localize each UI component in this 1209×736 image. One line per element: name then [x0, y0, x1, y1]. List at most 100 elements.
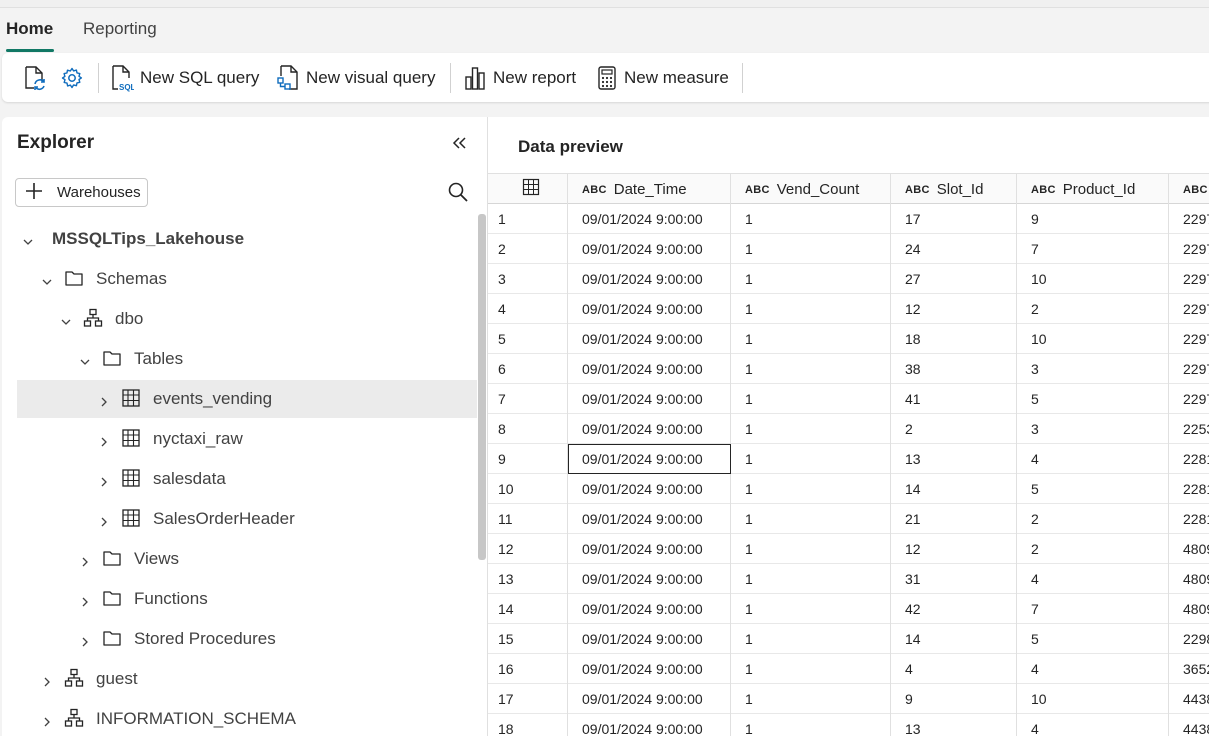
column-header[interactable]: ABC Date_Time — [568, 174, 731, 204]
table-cell[interactable]: 1 — [731, 264, 891, 294]
table-cell[interactable]: 1 — [731, 594, 891, 624]
tree-item[interactable]: Stored Procedures — [17, 620, 477, 658]
table-cell[interactable]: 1 — [731, 504, 891, 534]
table-cell[interactable]: 5 — [1017, 384, 1169, 414]
chevron-down-icon[interactable] — [22, 233, 34, 245]
table-row[interactable]: 1609/01/2024 9:00:001443652 — [488, 654, 1209, 684]
tree-item[interactable]: Tables — [17, 340, 477, 378]
table-cell[interactable]: 7 — [1017, 234, 1169, 264]
table-cell[interactable]: 2 — [1017, 504, 1169, 534]
new-measure-button[interactable]: New measure — [596, 63, 729, 93]
table-row[interactable]: 509/01/2024 9:00:00118102297 — [488, 324, 1209, 354]
tab-home[interactable]: Home — [6, 19, 53, 39]
search-button[interactable] — [447, 181, 469, 203]
tree-item[interactable]: SalesOrderHeader — [17, 500, 477, 538]
table-cell[interactable]: 4 — [1017, 714, 1169, 736]
new-report-button[interactable]: New report — [463, 63, 576, 93]
tree-item[interactable]: salesdata — [17, 460, 477, 498]
table-cell[interactable]: 2253 — [1169, 414, 1209, 444]
table-cell[interactable]: 2281 — [1169, 444, 1209, 474]
table-cell[interactable]: 10 — [1017, 684, 1169, 714]
table-cell[interactable]: 42 — [891, 594, 1017, 624]
table-cell[interactable]: 3 — [1017, 354, 1169, 384]
add-warehouses-button[interactable]: Warehouses — [15, 178, 148, 207]
chevron-right-icon[interactable] — [41, 713, 53, 727]
table-cell[interactable]: 4438 — [1169, 714, 1209, 736]
table-cell[interactable]: 1 — [731, 414, 891, 444]
table-cell[interactable]: 09/01/2024 9:00:00 — [568, 204, 731, 234]
table-cell[interactable]: 09/01/2024 9:00:00 — [568, 234, 731, 264]
table-cell[interactable]: 1 — [731, 474, 891, 504]
collapse-pane-button[interactable] — [450, 133, 470, 153]
table-cell[interactable]: 1 — [731, 324, 891, 354]
table-cell[interactable]: 1 — [731, 294, 891, 324]
table-cell[interactable]: 12 — [891, 534, 1017, 564]
table-row[interactable]: 309/01/2024 9:00:00127102297 — [488, 264, 1209, 294]
table-cell[interactable]: 4 — [1017, 444, 1169, 474]
table-cell[interactable]: 27 — [891, 264, 1017, 294]
table-cell[interactable]: 9 — [1017, 204, 1169, 234]
table-cell[interactable]: 12 — [891, 294, 1017, 324]
table-cell[interactable]: 24 — [891, 234, 1017, 264]
table-cell[interactable]: 1 — [731, 204, 891, 234]
chevron-right-icon[interactable] — [41, 673, 53, 687]
tree-item[interactable]: Functions — [17, 580, 477, 618]
table-cell[interactable]: 2297 — [1169, 204, 1209, 234]
table-cell[interactable]: 09/01/2024 9:00:00 — [568, 684, 731, 714]
table-cell[interactable]: 09/01/2024 9:00:00 — [568, 264, 731, 294]
tree-scrollbar[interactable] — [478, 214, 486, 560]
table-cell[interactable]: 1 — [731, 564, 891, 594]
table-cell[interactable]: 18 — [891, 324, 1017, 354]
table-row[interactable]: 209/01/2024 9:00:0012472297 — [488, 234, 1209, 264]
table-cell[interactable]: 4438 — [1169, 684, 1209, 714]
table-cell[interactable]: 14 — [891, 474, 1017, 504]
table-cell[interactable]: 2297 — [1169, 294, 1209, 324]
table-row[interactable]: 809/01/2024 9:00:001232253 — [488, 414, 1209, 444]
table-cell[interactable]: 21 — [891, 504, 1017, 534]
table-row[interactable]: 1709/01/2024 9:00:0019104438 — [488, 684, 1209, 714]
new-sql-query-button[interactable]: SQL New SQL query — [110, 63, 259, 93]
table-cell[interactable]: 4809 — [1169, 534, 1209, 564]
table-cell[interactable]: 5 — [1017, 474, 1169, 504]
table-row[interactable]: 1209/01/2024 9:00:0011224809 — [488, 534, 1209, 564]
tree-item[interactable]: dbo — [17, 300, 477, 338]
table-cell[interactable]: 09/01/2024 9:00:00 — [568, 504, 731, 534]
table-cell[interactable]: 17 — [891, 204, 1017, 234]
table-row[interactable]: 1309/01/2024 9:00:0013144809 — [488, 564, 1209, 594]
table-cell[interactable]: 10 — [1017, 264, 1169, 294]
chevron-right-icon[interactable] — [98, 513, 110, 527]
table-cell[interactable]: 1 — [731, 534, 891, 564]
table-row[interactable]: 909/01/2024 9:00:0011342281 — [488, 444, 1209, 474]
table-cell[interactable]: 09/01/2024 9:00:00 — [568, 354, 731, 384]
refresh-button[interactable] — [22, 63, 46, 93]
table-cell[interactable]: 4 — [1017, 654, 1169, 684]
chevron-right-icon[interactable] — [79, 633, 91, 647]
table-cell[interactable]: 2 — [1017, 534, 1169, 564]
chevron-right-icon[interactable] — [98, 473, 110, 487]
table-cell[interactable]: 1 — [731, 714, 891, 736]
table-cell[interactable]: 09/01/2024 9:00:00 — [568, 714, 731, 736]
table-cell[interactable]: 4 — [1017, 564, 1169, 594]
chevron-right-icon[interactable] — [98, 393, 110, 407]
table-cell[interactable]: 1 — [731, 384, 891, 414]
table-cell[interactable]: 09/01/2024 9:00:00 — [568, 384, 731, 414]
table-row[interactable]: 1509/01/2024 9:00:0011452298 — [488, 624, 1209, 654]
column-header[interactable]: ABC Slot_Id — [891, 174, 1017, 204]
table-cell[interactable]: 4 — [891, 654, 1017, 684]
table-row[interactable]: 609/01/2024 9:00:0013832297 — [488, 354, 1209, 384]
tab-reporting[interactable]: Reporting — [83, 19, 157, 39]
tree-item[interactable]: INFORMATION_SCHEMA — [17, 700, 477, 736]
settings-button[interactable] — [60, 63, 84, 93]
column-header[interactable]: ABC Vend_Count — [731, 174, 891, 204]
table-row[interactable]: 1409/01/2024 9:00:0014274809 — [488, 594, 1209, 624]
table-cell[interactable]: 13 — [891, 714, 1017, 736]
table-cell[interactable]: 2 — [891, 414, 1017, 444]
chevron-down-icon[interactable] — [60, 313, 72, 325]
table-cell[interactable]: 7 — [1017, 594, 1169, 624]
table-row[interactable]: 409/01/2024 9:00:0011222297 — [488, 294, 1209, 324]
table-cell[interactable]: 2 — [1017, 294, 1169, 324]
tree-item[interactable]: nyctaxi_raw — [17, 420, 477, 458]
table-cell[interactable]: 09/01/2024 9:00:00 — [568, 324, 731, 354]
table-row[interactable]: 109/01/2024 9:00:0011792297 — [488, 204, 1209, 234]
table-cell[interactable]: 09/01/2024 9:00:00 — [568, 654, 731, 684]
